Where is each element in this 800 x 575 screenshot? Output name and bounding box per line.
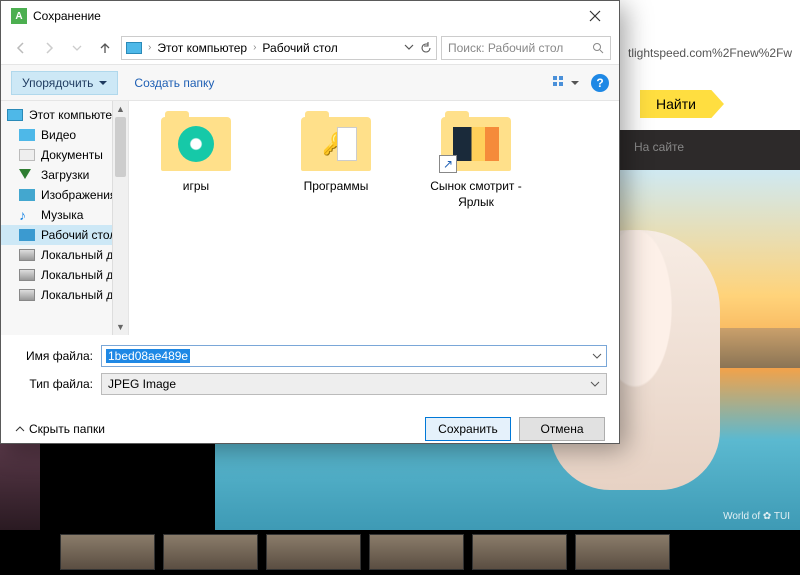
sidebar-item-label: Этот компьютер xyxy=(29,108,119,122)
thumbnail[interactable] xyxy=(163,534,258,570)
thumbnail[interactable] xyxy=(472,534,567,570)
search-icon xyxy=(592,42,604,54)
sidebar-item-label: Документы xyxy=(41,148,103,162)
refresh-icon[interactable] xyxy=(420,42,432,54)
search-input[interactable]: Поиск: Рабочий стол xyxy=(441,36,611,60)
thumbnail[interactable] xyxy=(575,534,670,570)
thumbnail[interactable] xyxy=(369,534,464,570)
app-icon: A xyxy=(11,8,27,24)
find-button[interactable]: Найти xyxy=(640,90,724,118)
shortcut-item[interactable]: ↗ Сынок смотрит - Ярлык xyxy=(421,117,531,210)
sidebar-item[interactable]: ♪Музыка xyxy=(1,205,128,225)
chevron-down-icon xyxy=(571,79,579,87)
view-options-button[interactable] xyxy=(553,76,579,90)
folder-item[interactable]: 🔑 Программы xyxy=(281,117,391,195)
thumbnail-strip xyxy=(0,530,800,575)
scroll-down-icon[interactable]: ▼ xyxy=(113,319,128,335)
nav-bar: › Этот компьютер › Рабочий стол Поиск: Р… xyxy=(1,31,619,65)
site-tab[interactable]: На сайте xyxy=(620,130,800,170)
chevron-down-icon[interactable] xyxy=(592,351,602,361)
shortcut-arrow-icon: ↗ xyxy=(439,155,457,173)
help-button[interactable]: ? xyxy=(591,74,609,92)
url-fragment: tlightspeed.com%2Fnew%2Fw xyxy=(620,42,800,64)
sidebar-item[interactable]: Рабочий стол xyxy=(1,225,128,245)
sidebar: Этот компьютер Видео Документы Загрузки Изоб… xyxy=(1,101,129,335)
sidebar-item[interactable]: Документы xyxy=(1,145,128,165)
sidebar-item-label: Рабочий стол xyxy=(41,228,116,242)
toolbar: Упорядочить Создать папку ? xyxy=(1,65,619,101)
sidebar-item-label: Изображения xyxy=(41,188,116,202)
footer: Скрыть папки Сохранить Отмена xyxy=(1,407,619,451)
hide-folders-button[interactable]: Скрыть папки xyxy=(15,422,105,436)
side-thumbnail xyxy=(0,440,40,530)
thumbnail[interactable] xyxy=(60,534,155,570)
save-button[interactable]: Сохранить xyxy=(425,417,511,441)
up-button[interactable] xyxy=(93,36,117,60)
chevron-down-icon xyxy=(99,79,107,87)
chevron-down-icon[interactable] xyxy=(404,42,414,52)
search-placeholder: Поиск: Рабочий стол xyxy=(448,41,563,55)
thumbnail[interactable] xyxy=(266,534,361,570)
sidebar-item-label: Музыка xyxy=(41,208,83,222)
filetype-select[interactable]: JPEG Image xyxy=(101,373,607,395)
folder-icon xyxy=(161,117,231,171)
save-dialog: A Сохранение › Этот компьютер › Рабочий … xyxy=(0,0,620,444)
sidebar-item[interactable]: Видео xyxy=(1,125,128,145)
cancel-button[interactable]: Отмена xyxy=(519,417,605,441)
arrow-right-icon xyxy=(42,41,56,55)
dialog-title: Сохранение xyxy=(33,9,575,23)
back-button[interactable] xyxy=(9,36,33,60)
sidebar-item-label: Загрузки xyxy=(41,168,89,182)
chevron-right-icon: › xyxy=(253,42,256,53)
folder-icon: ↗ xyxy=(441,117,511,171)
file-label: Программы xyxy=(281,179,391,195)
crumb-current[interactable]: Рабочий стол xyxy=(262,41,337,55)
scroll-thumb[interactable] xyxy=(115,117,126,177)
close-button[interactable] xyxy=(575,2,615,30)
chevron-down-icon xyxy=(590,379,600,389)
folder-item[interactable]: игры xyxy=(141,117,251,195)
sidebar-item[interactable]: Загрузки xyxy=(1,165,128,185)
new-folder-button[interactable]: Создать папку xyxy=(134,76,214,90)
scroll-up-icon[interactable]: ▲ xyxy=(113,101,128,117)
filetype-label: Тип файла: xyxy=(13,377,93,391)
arrow-up-icon xyxy=(98,41,112,55)
chevron-up-icon xyxy=(15,424,25,434)
recent-button[interactable] xyxy=(65,36,89,60)
filename-label: Имя файла: xyxy=(13,349,93,363)
sidebar-item[interactable]: Локальный дис xyxy=(1,285,128,305)
chevron-right-icon: › xyxy=(148,42,151,53)
fields: Имя файла: 1bed08ae489e Тип файла: JPEG … xyxy=(1,335,619,407)
chevron-down-icon xyxy=(72,43,82,53)
file-label: Сынок смотрит - Ярлык xyxy=(421,179,531,210)
titlebar: A Сохранение xyxy=(1,1,619,31)
forward-button[interactable] xyxy=(37,36,61,60)
grid-icon xyxy=(553,76,569,90)
sidebar-item[interactable]: Изображения xyxy=(1,185,128,205)
sidebar-item[interactable]: Локальный дис xyxy=(1,245,128,265)
sidebar-item[interactable]: Локальный дис xyxy=(1,265,128,285)
sidebar-item[interactable]: Этот компьютер xyxy=(1,105,128,125)
arrow-left-icon xyxy=(14,41,28,55)
sidebar-item-label: Видео xyxy=(41,128,76,142)
filename-input[interactable]: 1bed08ae489e xyxy=(101,345,607,367)
file-label: игры xyxy=(141,179,251,195)
organize-button[interactable]: Упорядочить xyxy=(11,71,118,95)
folder-icon: 🔑 xyxy=(301,117,371,171)
pc-icon xyxy=(126,42,142,54)
scrollbar[interactable]: ▲ ▼ xyxy=(112,101,128,335)
file-area[interactable]: игры 🔑 Программы ↗ Сынок смотрит - Ярлык xyxy=(129,101,619,335)
watermark: World of ✿ TUI xyxy=(723,511,790,522)
crumb-root[interactable]: Этот компьютер xyxy=(157,41,247,55)
breadcrumb[interactable]: › Этот компьютер › Рабочий стол xyxy=(121,36,437,60)
close-icon xyxy=(589,10,601,22)
